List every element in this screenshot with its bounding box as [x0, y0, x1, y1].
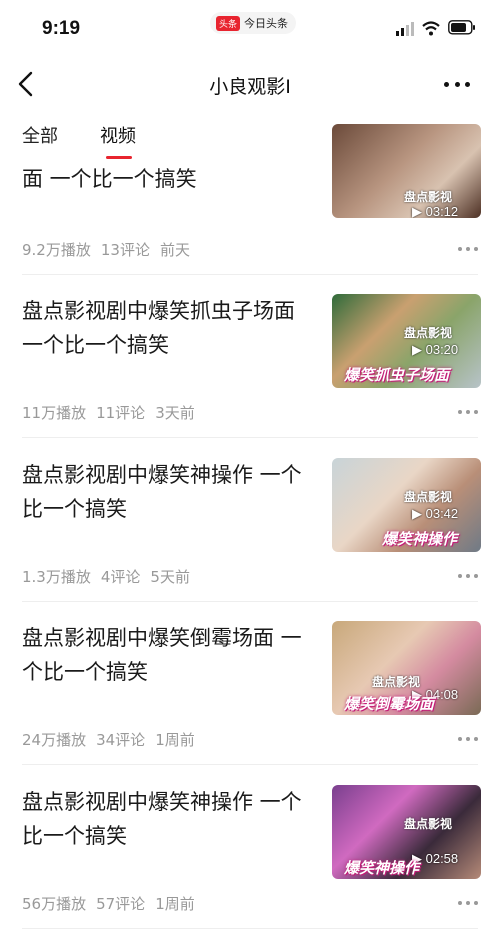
thumbnail-brand: 盘点影视: [404, 326, 453, 340]
tab-video[interactable]: 视频: [100, 122, 136, 148]
battery-icon: [448, 20, 475, 35]
publish-time: 5天前: [150, 568, 190, 586]
divider: [22, 764, 478, 765]
video-title[interactable]: 盘点影视剧中爆笑抓虫子场面 一个比一个搞笑: [22, 294, 312, 362]
comment-count: 57评论: [96, 895, 146, 913]
signal-icon: [396, 22, 414, 36]
thumbnail-brand: 盘点影视: [404, 190, 453, 204]
video-title[interactable]: 盘点影视剧中爆笑神操作 一个比一个搞笑: [22, 458, 312, 526]
more-icon[interactable]: [444, 82, 470, 88]
play-count: 9.2万播放: [22, 241, 91, 259]
video-thumbnail[interactable]: 盘点影视 ▶ 02:58 爆笑神操作: [332, 785, 481, 879]
video-meta: 1.3万播放 4评论 5天前: [22, 566, 190, 587]
video-duration: ▶ 03:20: [412, 342, 459, 357]
publish-time: 前天: [159, 241, 190, 259]
divider: [22, 601, 478, 602]
video-duration: ▶ 03:12: [412, 204, 459, 218]
page-title: 小良观影I: [209, 76, 291, 98]
item-more-icon[interactable]: [458, 901, 478, 905]
status-bar: 9:19 头条 今日头条: [0, 0, 500, 58]
video-meta: 56万播放 57评论 1周前: [22, 893, 195, 914]
video-thumbnail[interactable]: 盘点影视 ▶ 03:42 爆笑神操作: [332, 458, 481, 552]
video-meta: 9.2万播放 13评论 前天: [22, 239, 190, 260]
thumbnail-banner: 爆笑抓虫子场面: [344, 366, 450, 384]
play-count: 1.3万播放: [22, 568, 91, 586]
thumbnail-brand: 盘点影视: [404, 490, 453, 504]
video-meta: 11万播放 11评论 3天前: [22, 402, 195, 423]
publish-time: 1周前: [155, 895, 195, 913]
app-name: 今日头条: [244, 17, 289, 30]
navigation-bar: 小良观影I: [0, 58, 500, 110]
play-count: 24万播放: [22, 731, 87, 749]
divider: [22, 274, 478, 275]
thumbnail-brand: 盘点影视: [404, 817, 453, 831]
video-meta: 24万播放 34评论 1周前: [22, 729, 195, 750]
item-more-icon[interactable]: [458, 247, 478, 251]
divider: [22, 437, 478, 438]
tab-all[interactable]: 全部: [22, 122, 58, 148]
thumbnail-banner: 爆笑倒霉场面: [344, 695, 435, 713]
wifi-icon: [422, 21, 440, 36]
item-more-icon[interactable]: [458, 410, 478, 414]
video-thumbnail[interactable]: 盘点影视 ▶ 03:12: [332, 124, 481, 218]
video-duration: ▶ 03:42: [412, 506, 459, 521]
comment-count: 13评论: [100, 241, 150, 259]
item-more-icon[interactable]: [458, 737, 478, 741]
thumbnail-banner: 爆笑神操作: [344, 859, 420, 877]
play-count: 11万播放: [22, 404, 87, 422]
tab-underline: [106, 156, 132, 159]
comment-count: 11评论: [96, 404, 146, 422]
item-more-icon[interactable]: [458, 574, 478, 578]
publish-time: 3天前: [155, 404, 195, 422]
app-indicator[interactable]: 头条 今日头条: [210, 12, 297, 34]
app-badge: 头条: [216, 15, 241, 31]
comment-count: 34评论: [96, 731, 146, 749]
play-count: 56万播放: [22, 895, 87, 913]
video-title[interactable]: 面 一个比一个搞笑: [22, 162, 312, 196]
comment-count: 4评论: [100, 568, 141, 586]
thumbnail-banner: 爆笑神操作: [382, 530, 458, 548]
video-thumbnail[interactable]: 盘点影视 ▶ 04:08 爆笑倒霉场面: [332, 621, 481, 715]
video-thumbnail[interactable]: 盘点影视 ▶ 03:20 爆笑抓虫子场面: [332, 294, 481, 388]
video-title[interactable]: 盘点影视剧中爆笑神操作 一个比一个搞笑: [22, 785, 312, 853]
publish-time: 1周前: [155, 731, 195, 749]
status-time: 9:19: [42, 18, 81, 39]
video-title[interactable]: 盘点影视剧中爆笑倒霉场面 一个比一个搞笑: [22, 621, 312, 689]
